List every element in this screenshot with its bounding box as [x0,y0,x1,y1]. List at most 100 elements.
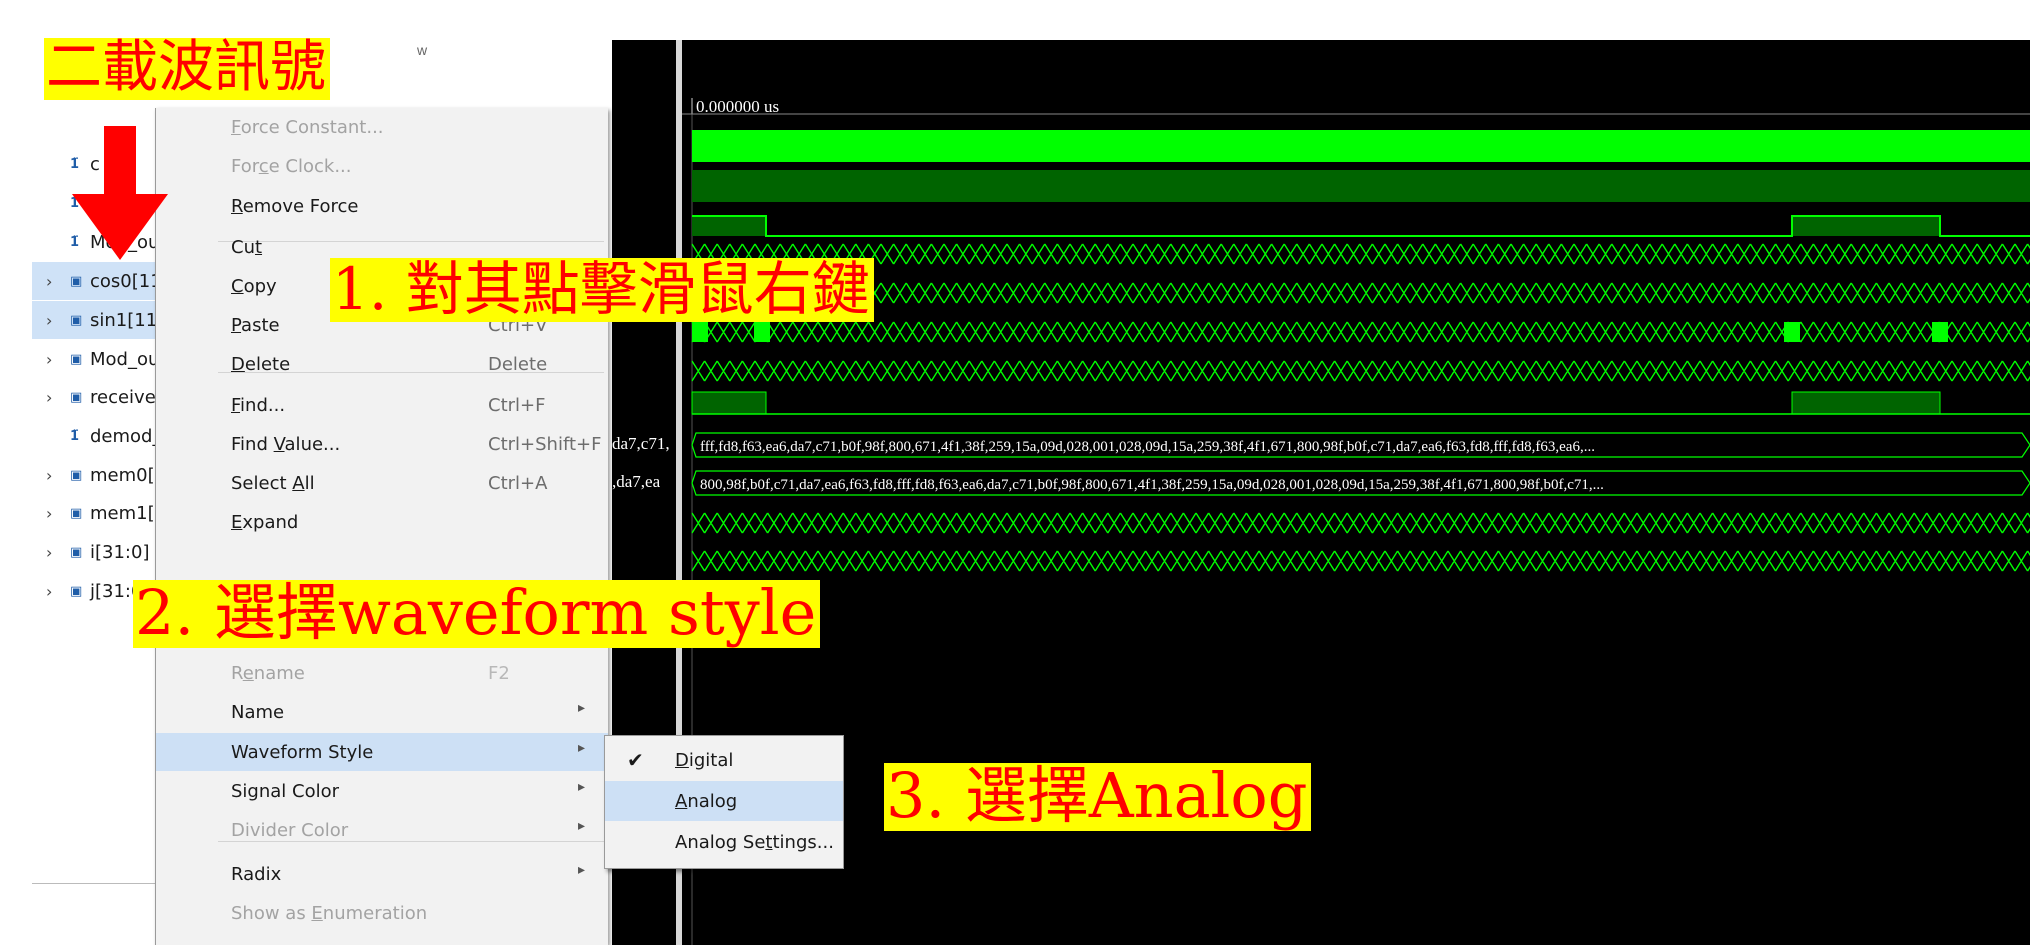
mod-ou-marker [692,322,708,342]
menu-item-label: Radix [231,864,282,885]
chevron-right-icon[interactable]: › [46,388,52,407]
menu-item-signal-color[interactable]: Signal Color ▸ [156,772,608,810]
signal-i-wave [691,512,2030,534]
menu-item-label: Copy [231,276,277,297]
bus-signal-icon: ▣ [70,467,83,483]
time-tick-label: 0.000000 us [696,97,779,116]
submenu-item-digital[interactable]: ✔ Digital [605,740,843,780]
menu-item-label: Delete [231,354,291,375]
menu-item-radix[interactable]: Radix ▸ [156,855,608,893]
bus-signal-icon: ▣ [70,389,83,405]
signal-r-wave [692,170,2030,202]
mod-out-high [692,216,766,236]
annotation-step3: 3. 選擇Analog [884,763,1312,831]
bus-value-mem1: 800,98f,b0f,c71,da7,ea6,f63,fd8,fff,fd8,… [700,477,1604,493]
menu-item-force-clock: Force Clock... [156,147,608,185]
submenu-item-label: Digital [675,750,734,771]
bus-signal-icon: ▣ [70,544,83,560]
mod-out-high [1792,216,1940,236]
menu-item-label: Rename [231,663,305,684]
mem1-value: ,da7,ea [612,472,661,491]
menu-item-find[interactable]: Find... Ctrl+F [156,386,608,424]
submenu-arrow-icon: ▸ [578,779,586,795]
submenu-arrow-icon: ▸ [578,862,586,878]
menu-item-label: Force Constant... [231,117,384,138]
menu-item-select-all[interactable]: Select All Ctrl+A [156,464,608,502]
annotation-title: 二載波訊號 [44,38,330,100]
menu-item-label: Signal Color [231,781,340,802]
menu-item-find-value[interactable]: Find Value... Ctrl+Shift+F [156,425,608,463]
menu-item-force-constant: Force Constant... [156,108,608,146]
waveform-style-submenu: ✔ Digital Analog Analog Settings... [604,735,844,869]
context-menu: Force Constant... Force Clock... Remove Fo… [155,108,608,945]
submenu-item-analog[interactable]: Analog [605,781,843,821]
mem0-value: da7,c71, [612,434,670,453]
menu-item-label: Name [231,702,285,723]
chevron-right-icon[interactable]: › [46,311,52,330]
submenu-item-label: Analog [675,791,738,812]
menu-item-rename: Rename F2 [156,654,608,692]
menu-item-delete[interactable]: Delete Delete [156,345,608,383]
signal-cos0-wave [691,243,2030,265]
submenu-item-analog-settings[interactable]: Analog Settings... [605,822,843,862]
chevron-right-icon[interactable]: › [46,504,52,523]
checkmark-icon: ✔ [627,748,644,772]
bus-signal-icon: ▣ [70,351,83,367]
menu-item-label: Divider Color [231,820,349,841]
signal-sin1-wave [691,282,2030,304]
menu-item-label: Paste [231,315,280,336]
menu-item-waveform-style[interactable]: Waveform Style ▸ [156,733,608,771]
chevron-right-icon[interactable]: › [46,350,52,369]
bus-signal-icon: ▣ [70,273,83,289]
menu-item-label: Expand [231,512,299,533]
mod-ou-marker [1932,322,1948,342]
chevron-right-icon[interactable]: › [46,543,52,562]
menu-item-label: Find... [231,395,286,416]
window-title-fragment: w [417,42,428,58]
signal-name: sin1[11: [90,309,164,331]
red-arrow-icon [72,126,168,260]
signal-received-wave [691,360,2030,382]
menu-item-divider-color: Divider Color ▸ [156,811,608,849]
submenu-arrow-icon: ▸ [578,818,586,834]
chevron-right-icon[interactable]: › [46,582,52,601]
annotation-step2: 2. 選擇waveform style [133,580,821,648]
annotation-step1: 1. 對其點擊滑鼠右鍵 [330,258,874,322]
menu-item-shortcut: Ctrl+F [488,395,546,416]
chevron-right-icon[interactable]: › [46,466,52,485]
menu-item-label: Cut [231,237,263,258]
mod-ou-marker [754,322,770,342]
menu-item-label: Select All [231,473,315,494]
menu-item-label: Waveform Style [231,742,374,763]
signal-mod-ou-wave [691,321,2030,343]
signal-row[interactable]: › ▣ sin1[11: [32,301,163,339]
signal-row[interactable]: › ▣ cos0[11 [32,262,162,300]
menu-item-expand[interactable]: Expand [156,503,608,541]
signal-name: demod_ [90,425,162,447]
bus-signal-icon: ▣ [70,505,83,521]
menu-item-label: Force Clock... [231,156,352,177]
bus-signal-icon: ▣ [70,312,83,328]
bus-value-mem0: fff,fd8,f63,ea6,da7,c71,b0f,98f,800,671,… [700,439,1595,455]
signal-c-wave [692,130,2030,162]
submenu-item-label: Analog Settings... [675,832,834,853]
menu-item-shortcut: Ctrl+A [488,473,548,494]
chevron-right-icon[interactable]: › [46,272,52,291]
signal-name: cos0[11 [90,270,162,292]
menu-item-show-as-enumeration: Show as Enumeration [156,894,608,932]
signal-j-wave [691,550,2030,572]
menu-item-shortcut: Ctrl+Shift+F [488,434,602,455]
signal-name: i[31:0] [90,541,150,563]
menu-item-label: Remove Force [231,196,359,217]
signal-demod-wave [691,391,767,415]
signal-demod-wave [1791,391,1941,415]
menu-item-remove-force[interactable]: Remove Force [156,187,608,225]
menu-item-shortcut: F2 [488,663,510,684]
bit-signal-icon: 1̈ [70,428,80,444]
menu-item-name[interactable]: Name ▸ [156,693,608,731]
signal-name: Mod_ou [90,348,160,370]
menu-item-label: Show as Enumeration [231,903,428,924]
mod-ou-marker [1784,322,1800,342]
bus-signal-icon: ▣ [70,583,83,599]
submenu-arrow-icon: ▸ [578,700,586,716]
